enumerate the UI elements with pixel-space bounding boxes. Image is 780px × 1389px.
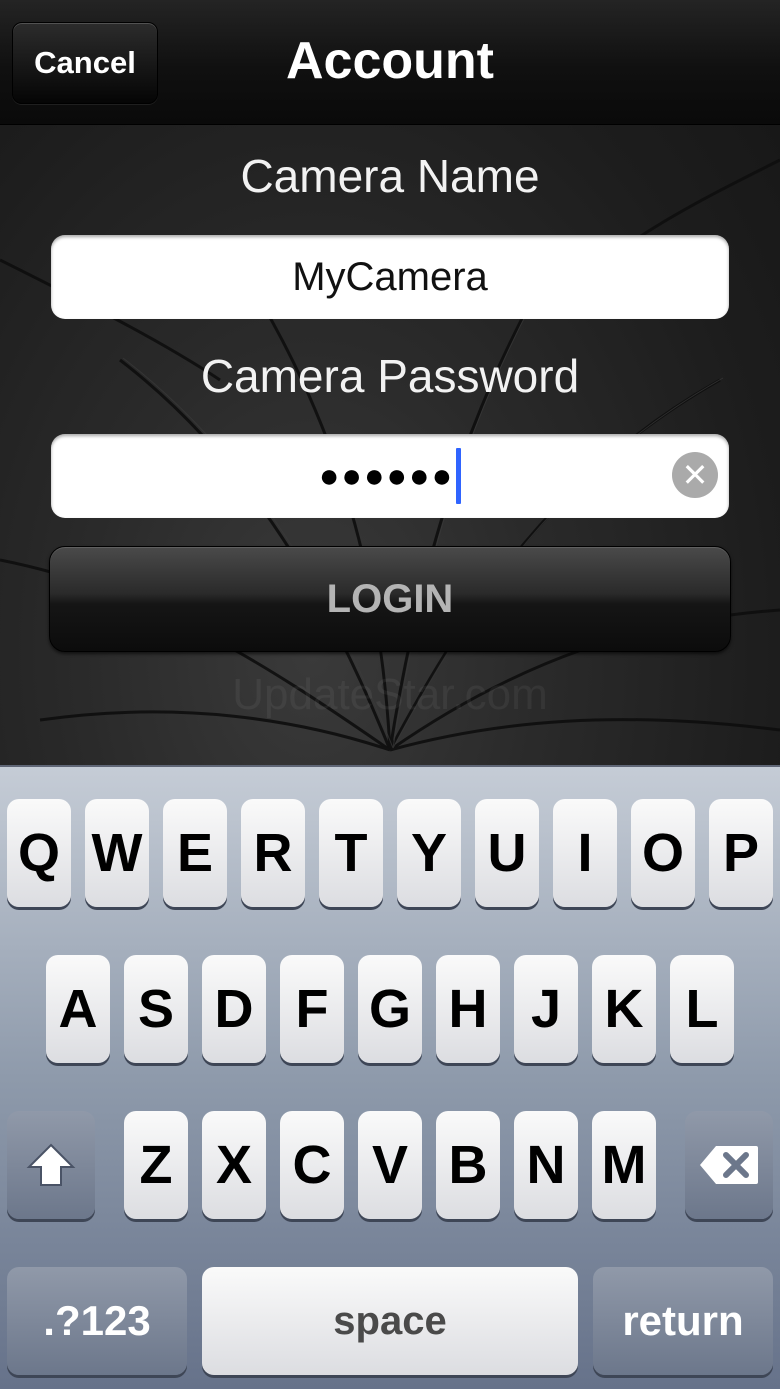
key-j[interactable]: J: [514, 955, 578, 1063]
key-l[interactable]: L: [670, 955, 734, 1063]
key-c[interactable]: C: [280, 1111, 344, 1219]
key-n[interactable]: N: [514, 1111, 578, 1219]
camera-name-label: Camera Name: [240, 150, 540, 202]
key-g[interactable]: G: [358, 955, 422, 1063]
key-t[interactable]: T: [319, 799, 383, 907]
clear-text-icon[interactable]: ✕: [672, 452, 718, 498]
cancel-button[interactable]: Cancel: [12, 22, 158, 104]
key-i[interactable]: I: [553, 799, 617, 907]
login-button[interactable]: LOGIN: [49, 546, 731, 652]
key-h[interactable]: H: [436, 955, 500, 1063]
camera-password-field[interactable]: ●●●●●● ✕: [51, 434, 729, 518]
key-s[interactable]: S: [124, 955, 188, 1063]
key-f[interactable]: F: [280, 955, 344, 1063]
numbers-key[interactable]: .?123: [7, 1267, 187, 1375]
watermark: UpdateStar.com: [232, 670, 548, 719]
shift-key[interactable]: [7, 1111, 95, 1219]
key-k[interactable]: K: [592, 955, 656, 1063]
key-m[interactable]: M: [592, 1111, 656, 1219]
backspace-key[interactable]: [685, 1111, 773, 1219]
key-x[interactable]: X: [202, 1111, 266, 1219]
key-z[interactable]: Z: [124, 1111, 188, 1219]
key-q[interactable]: Q: [7, 799, 71, 907]
key-u[interactable]: U: [475, 799, 539, 907]
key-y[interactable]: Y: [397, 799, 461, 907]
key-v[interactable]: V: [358, 1111, 422, 1219]
key-b[interactable]: B: [436, 1111, 500, 1219]
key-p[interactable]: P: [709, 799, 773, 907]
return-key[interactable]: return: [593, 1267, 773, 1375]
page-title: Account: [286, 32, 494, 90]
key-e[interactable]: E: [163, 799, 227, 907]
shift-arrow-icon: [26, 1143, 76, 1186]
key-w[interactable]: W: [85, 799, 149, 907]
navigation-bar: Cancel Account: [0, 0, 780, 125]
camera-password-label: Camera Password: [200, 350, 580, 402]
space-key[interactable]: space: [202, 1267, 578, 1375]
app-screen: Cancel Account Camera Name MyCamera Came…: [0, 0, 780, 765]
onscreen-keyboard: Q W E R T Y U I O P A S D F G H J K L Z …: [0, 765, 780, 1389]
key-o[interactable]: O: [631, 799, 695, 907]
password-masked-value: ●●●●●●: [318, 456, 455, 495]
camera-name-field[interactable]: MyCamera: [51, 235, 729, 319]
key-d[interactable]: D: [202, 955, 266, 1063]
backspace-icon: [700, 1146, 758, 1184]
key-a[interactable]: A: [46, 955, 110, 1063]
key-r[interactable]: R: [241, 799, 305, 907]
camera-name-value: MyCamera: [292, 254, 488, 299]
text-caret: [456, 448, 462, 504]
